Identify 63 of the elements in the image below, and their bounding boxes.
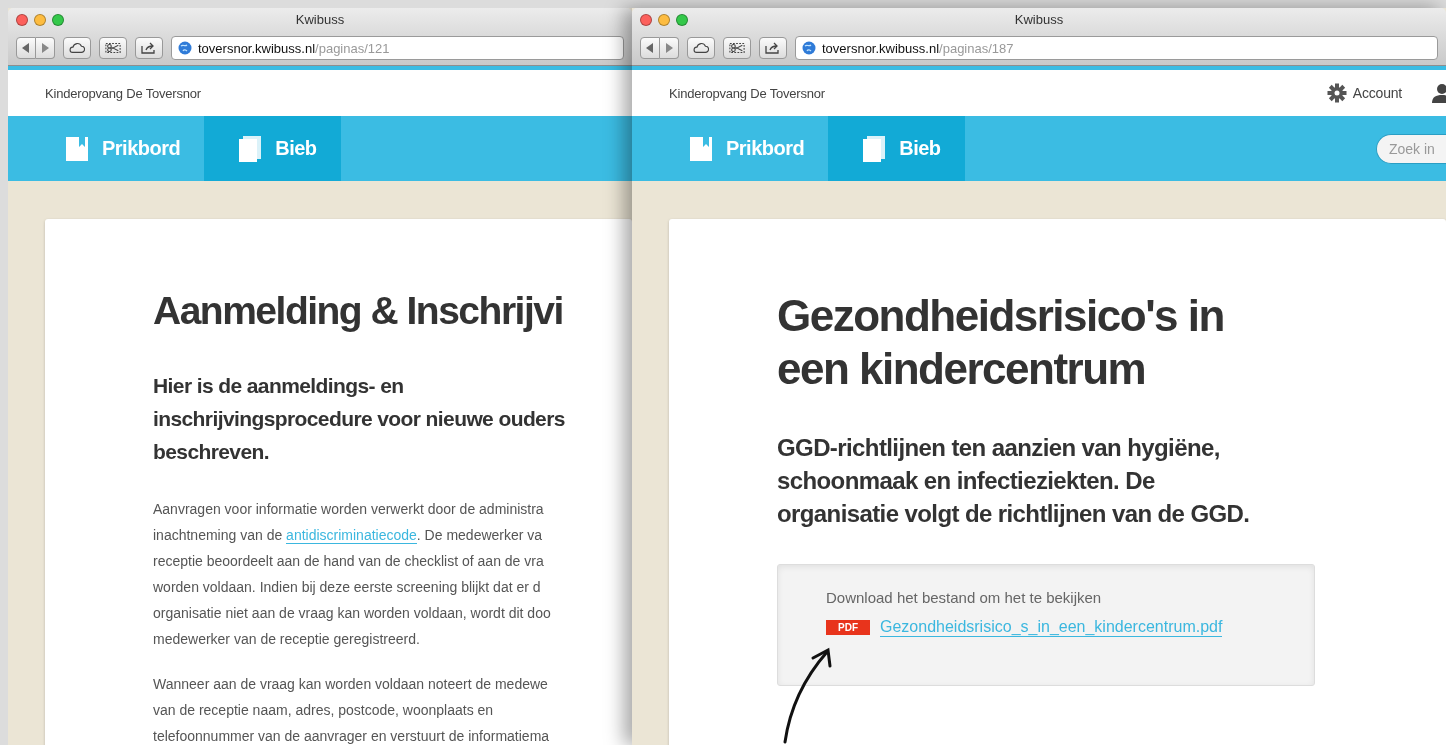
nav-tab[interactable]: Prikbord <box>31 116 205 181</box>
page-subtitle: Hier is de aanmeldings- en inschrijvingsprocedure voor nieuwe ouders beschreven. <box>153 373 565 465</box>
site-name[interactable]: Kinderopvang De Toversnor <box>45 85 201 101</box>
share-icon <box>141 42 157 54</box>
back-button[interactable] <box>640 37 660 59</box>
book-icon <box>863 135 886 162</box>
nav-tab[interactable]: Bieb <box>828 116 965 181</box>
scissors-icon <box>729 42 745 54</box>
page-heading: Gezondheidsrisico's in een kindercentrum <box>777 290 1225 395</box>
page-heading: Aanmelding & Inschrijvi <box>153 289 563 333</box>
back-icon <box>646 43 654 53</box>
scissors-icon <box>105 42 121 54</box>
paragraph-line: inachtneming van de antidiscriminatiecode. De medewerker va <box>153 526 543 546</box>
cloud-icon <box>693 42 709 54</box>
zoom-button[interactable] <box>52 14 64 26</box>
paragraph-line: worden voldaan. Indien bij deze eerste screening blijkt dat er d <box>153 578 541 597</box>
minimize-button[interactable] <box>658 14 670 26</box>
paragraph-line: telefoonnummer van de aanvrager en verstuurt de informatiema <box>153 727 550 745</box>
clip-button[interactable] <box>99 37 127 59</box>
page-subtitle: GGD-richtlijnen ten aanzien van hygiëne, schoonmaak en infectieziekten. De organisatie volgt de richtlijnen van de GGD. <box>777 433 1251 529</box>
globe-icon <box>178 41 192 55</box>
paragraph-line: Wanneer aan de vraag kan worden voldaan noteert de medewe <box>153 675 548 694</box>
forward-button[interactable] <box>36 37 55 59</box>
paragraph-line: Aanvragen voor informatie worden verwerkt door de administra <box>153 500 544 519</box>
share-button[interactable] <box>135 37 163 59</box>
forward-icon <box>41 43 49 53</box>
forward-icon <box>665 43 673 53</box>
paragraph-line: medewerker van de receptie geregistreerd. <box>153 630 420 649</box>
globe-icon <box>802 41 816 55</box>
paragraph-line: organisatie niet aan de vraag kan worden voldaan, wordt dit doo <box>153 604 551 623</box>
forward-button[interactable] <box>660 37 679 59</box>
back-icon <box>22 43 30 53</box>
cloud-button[interactable] <box>63 37 91 59</box>
zoom-button[interactable] <box>676 14 688 26</box>
close-button[interactable] <box>640 14 652 26</box>
back-button[interactable] <box>16 37 36 59</box>
nav-tab[interactable]: Prikbord <box>655 116 829 181</box>
clip-button[interactable] <box>723 37 751 59</box>
person-icon <box>1432 83 1446 103</box>
cloud-button[interactable] <box>687 37 715 59</box>
file-type-badge: PDF <box>826 620 870 635</box>
address-bar[interactable]: toversnor.kwibuss.nl/paginas/121 <box>171 36 624 60</box>
text-link[interactable]: antidiscriminatiecode <box>286 527 417 544</box>
paragraph-line: receptie beoordeelt aan de hand van de checklist of aan de vra <box>153 552 544 571</box>
nav-tab[interactable]: Bieb <box>204 116 341 181</box>
share-icon <box>765 42 781 54</box>
book-icon <box>239 135 262 162</box>
window-title: Kwibuss <box>295 12 345 27</box>
share-button[interactable] <box>759 37 787 59</box>
search-field[interactable]: Zoek in <box>1376 133 1446 164</box>
address-bar[interactable]: toversnor.kwibuss.nl/paginas/187 <box>795 36 1438 60</box>
bookmark-icon <box>690 136 712 161</box>
site-name[interactable]: Kinderopvang De Toversnor <box>669 85 825 101</box>
close-button[interactable] <box>16 14 28 26</box>
bookmark-icon <box>66 136 88 161</box>
minimize-button[interactable] <box>34 14 46 26</box>
window-title: Kwibuss <box>1014 12 1064 27</box>
file-link[interactable]: Gezondheidsrisico_s_in_een_kindercentrum.pdf <box>880 618 1223 637</box>
paragraph-line: van de receptie naam, adres, postcode, woonplaats en <box>153 701 494 720</box>
gear-icon <box>1326 83 1347 103</box>
download-prompt: Download het bestand om het te bekijken <box>826 589 1103 606</box>
cloud-icon <box>69 42 85 54</box>
account-link[interactable]: Account <box>1326 83 1402 103</box>
